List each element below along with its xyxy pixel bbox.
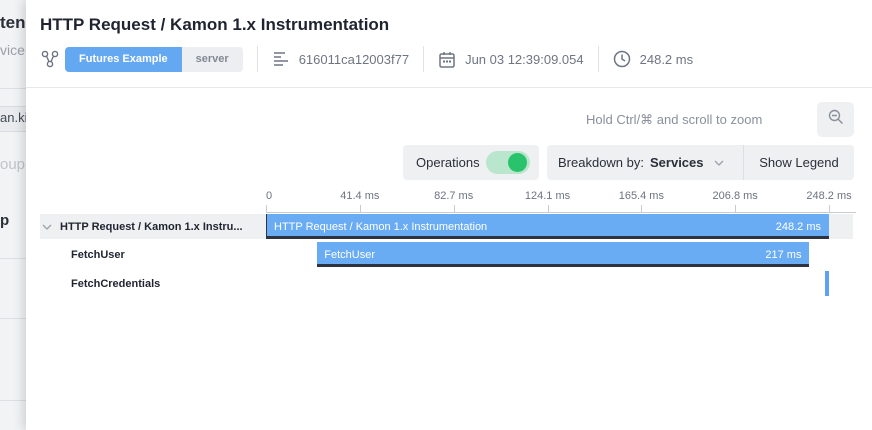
axis-tick-mark xyxy=(829,205,830,212)
span-bar-label: FetchUser xyxy=(324,248,375,261)
axis-tick-mark xyxy=(641,205,643,212)
span-bar-fetch-credentials[interactable] xyxy=(825,271,829,296)
chevron-down-icon xyxy=(714,160,724,166)
zoom-hint: Hold Ctrl/⌘ and scroll to zoom xyxy=(586,112,763,127)
operations-toggle-group: Operations xyxy=(403,145,539,180)
trace-timestamp-value: Jun 03 12:39:09.054 xyxy=(465,51,584,67)
axis-tick-label: 124.1 ms xyxy=(524,190,571,202)
span-name: HTTP Request / Kamon 1.x Instru... xyxy=(60,220,243,233)
trace-title: HTTP Request / Kamon 1.x Instrumentation xyxy=(40,15,390,34)
span-bar-duration: 248.2 ms xyxy=(775,220,821,233)
span-bar-label: HTTP Request / Kamon 1.x Instrumentation xyxy=(274,220,488,233)
background-text: oup xyxy=(0,156,26,173)
background-text: vice xyxy=(0,42,25,58)
span-row-label: HTTP Request / Kamon 1.x Instru... xyxy=(40,214,250,239)
axis-line xyxy=(266,212,856,213)
list-lines-icon xyxy=(272,50,290,68)
span-row-fetch-credentials[interactable]: FetchCredentials xyxy=(40,271,853,296)
drawer-header: HTTP Request / Kamon 1.x Instrumentation… xyxy=(26,0,872,88)
divider xyxy=(423,46,425,72)
axis-tick-label: 0 xyxy=(266,190,273,202)
caret-down-icon[interactable] xyxy=(40,224,54,230)
operations-label: Operations xyxy=(416,155,480,170)
service-tab-server[interactable]: server xyxy=(181,46,243,72)
breakdown-label: Breakdown by: xyxy=(558,155,644,170)
axis-tick-label: 82.7 ms xyxy=(434,190,474,202)
span-bar-duration: 217 ms xyxy=(765,248,802,261)
zoom-out-icon xyxy=(828,109,844,130)
span-row-label: FetchUser xyxy=(71,248,125,261)
calendar-icon xyxy=(438,50,456,68)
toggle-knob xyxy=(508,153,527,172)
show-legend-button[interactable]: Show Legend xyxy=(744,145,854,180)
span-bar-root[interactable]: HTTP Request / Kamon 1.x Instrumentation… xyxy=(266,214,829,239)
divider xyxy=(597,46,599,72)
service-segmented-control: Futures Example server xyxy=(65,46,243,72)
zoom-out-button[interactable] xyxy=(817,102,854,137)
axis-tick-label: 41.4 ms xyxy=(340,190,380,202)
span-row-label: FetchCredentials xyxy=(71,277,161,290)
breakdown-toolbar: Breakdown by: Services Show Legend xyxy=(547,145,854,180)
span-bar-fetch-user[interactable]: FetchUser 217 ms xyxy=(317,242,810,267)
trace-id-value: 616011ca12003f77 xyxy=(298,51,410,67)
timeline-axis: 0 41.4 ms 82.7 ms 124.1 ms 165.4 ms 206.8 ms 2… xyxy=(266,190,856,213)
clock-icon xyxy=(613,50,631,68)
divider xyxy=(256,46,258,72)
axis-tick-mark xyxy=(266,205,267,212)
service-tab-futures-example[interactable]: Futures Example xyxy=(65,46,182,72)
axis-tick-mark xyxy=(359,205,361,212)
trace-duration: 248.2 ms xyxy=(613,50,693,68)
axis-tick-label: 165.4 ms xyxy=(618,190,664,202)
trace-duration-value: 248.2 ms xyxy=(639,51,694,67)
breakdown-select[interactable]: Breakdown by: Services xyxy=(547,145,743,180)
axis-tick-mark xyxy=(547,205,549,212)
trace-detail-drawer: HTTP Request / Kamon 1.x Instrumentation… xyxy=(26,0,872,430)
axis-tick-label: 206.8 ms xyxy=(712,190,758,202)
background-text: p xyxy=(0,212,10,229)
trace-timestamp: Jun 03 12:39:09.054 xyxy=(438,50,584,68)
axis-tick-mark xyxy=(453,205,455,212)
axis-tick-label: 248.2 ms xyxy=(806,190,852,202)
trace-meta-bar: Futures Example server 616011ca12003f77 xyxy=(40,46,693,72)
trace-id: 616011ca12003f77 xyxy=(272,50,409,68)
axis-tick-mark xyxy=(735,205,737,212)
service-graph-icon xyxy=(40,49,60,69)
breakdown-value: Services xyxy=(650,155,704,170)
operations-toggle[interactable] xyxy=(486,151,530,174)
